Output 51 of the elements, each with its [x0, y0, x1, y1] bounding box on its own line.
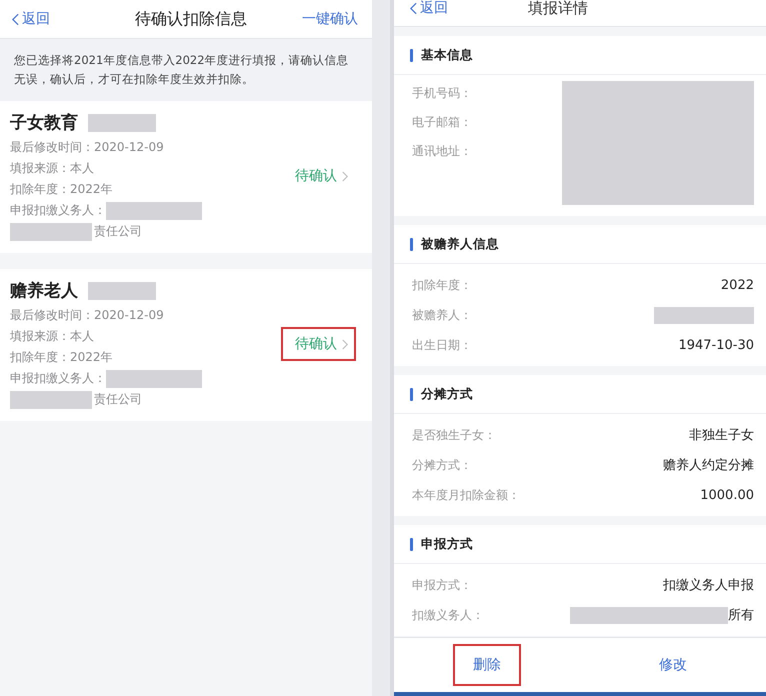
accent-bar	[410, 238, 413, 250]
action-button[interactable]: 删除	[453, 644, 521, 686]
confirm-all-button[interactable]: 一键确认	[302, 10, 358, 28]
accent-bar	[410, 388, 413, 400]
field-value: 1947-10-30	[678, 338, 754, 352]
action-button[interactable]: 修改	[639, 644, 707, 686]
item-detail: 最后修改时间：2020-12-09	[10, 139, 164, 156]
field-label: 申报方式：	[412, 577, 472, 594]
back-button[interactable]: 返回	[12, 10, 50, 28]
page-title: 填报详情	[528, 0, 588, 18]
back-chevron-icon	[410, 2, 417, 14]
chevron-right-icon	[342, 170, 348, 182]
field-label: 手机号码：	[412, 85, 472, 102]
item-detail: 申报扣缴义务人：	[10, 370, 106, 387]
status-link[interactable]: 待确认	[281, 327, 356, 361]
field-value: 1000.00	[700, 488, 754, 502]
field-label: 被赡养人：	[412, 307, 472, 324]
field-label: 分摊方式：	[412, 457, 472, 474]
accent-bar	[410, 538, 413, 550]
field-label: 电子邮箱：	[412, 114, 472, 131]
item-detail: 责任公司	[94, 391, 142, 408]
item-detail: 申报扣缴义务人：	[10, 202, 106, 219]
field-value: 2022	[720, 278, 754, 292]
section-title: 被赡养人信息	[421, 236, 499, 252]
field-label: 出生日期：	[412, 337, 472, 354]
section-title: 申报方式	[421, 536, 473, 552]
section-title: 分摊方式	[421, 386, 473, 402]
field-label: 扣除年度：	[412, 277, 472, 294]
chevron-right-icon	[342, 338, 348, 350]
item-detail: 扣除年度：2022年	[10, 349, 113, 366]
field-label: 是否独生子女：	[412, 427, 496, 444]
item-title: 赡养老人	[10, 280, 78, 302]
section-title: 基本信息	[421, 46, 473, 64]
item-title: 子女教育	[10, 112, 78, 134]
item-detail: 填报来源：本人	[10, 160, 94, 177]
accent-bar	[410, 48, 413, 62]
page-title: 待确认扣除信息	[135, 8, 247, 30]
field-value: 扣缴义务人申报	[663, 577, 754, 594]
field-value: 所有	[728, 607, 754, 624]
back-button[interactable]: 返回	[410, 0, 448, 17]
item-detail: 扣除年度：2022年	[10, 181, 113, 198]
status-link[interactable]: 待确认	[281, 159, 356, 193]
item-detail: 最后修改时间：2020-12-09	[10, 307, 164, 324]
field-label: 通讯地址：	[412, 143, 472, 160]
item-detail: 填报来源：本人	[10, 328, 94, 345]
field-label: 本年度月扣除金额：	[412, 487, 520, 504]
item-detail: 责任公司	[94, 223, 142, 240]
field-value: 非独生子女	[689, 427, 754, 444]
field-value: 赡养人约定分摊	[663, 457, 754, 474]
back-chevron-icon	[12, 12, 19, 26]
field-label: 扣缴义务人：	[412, 607, 484, 624]
